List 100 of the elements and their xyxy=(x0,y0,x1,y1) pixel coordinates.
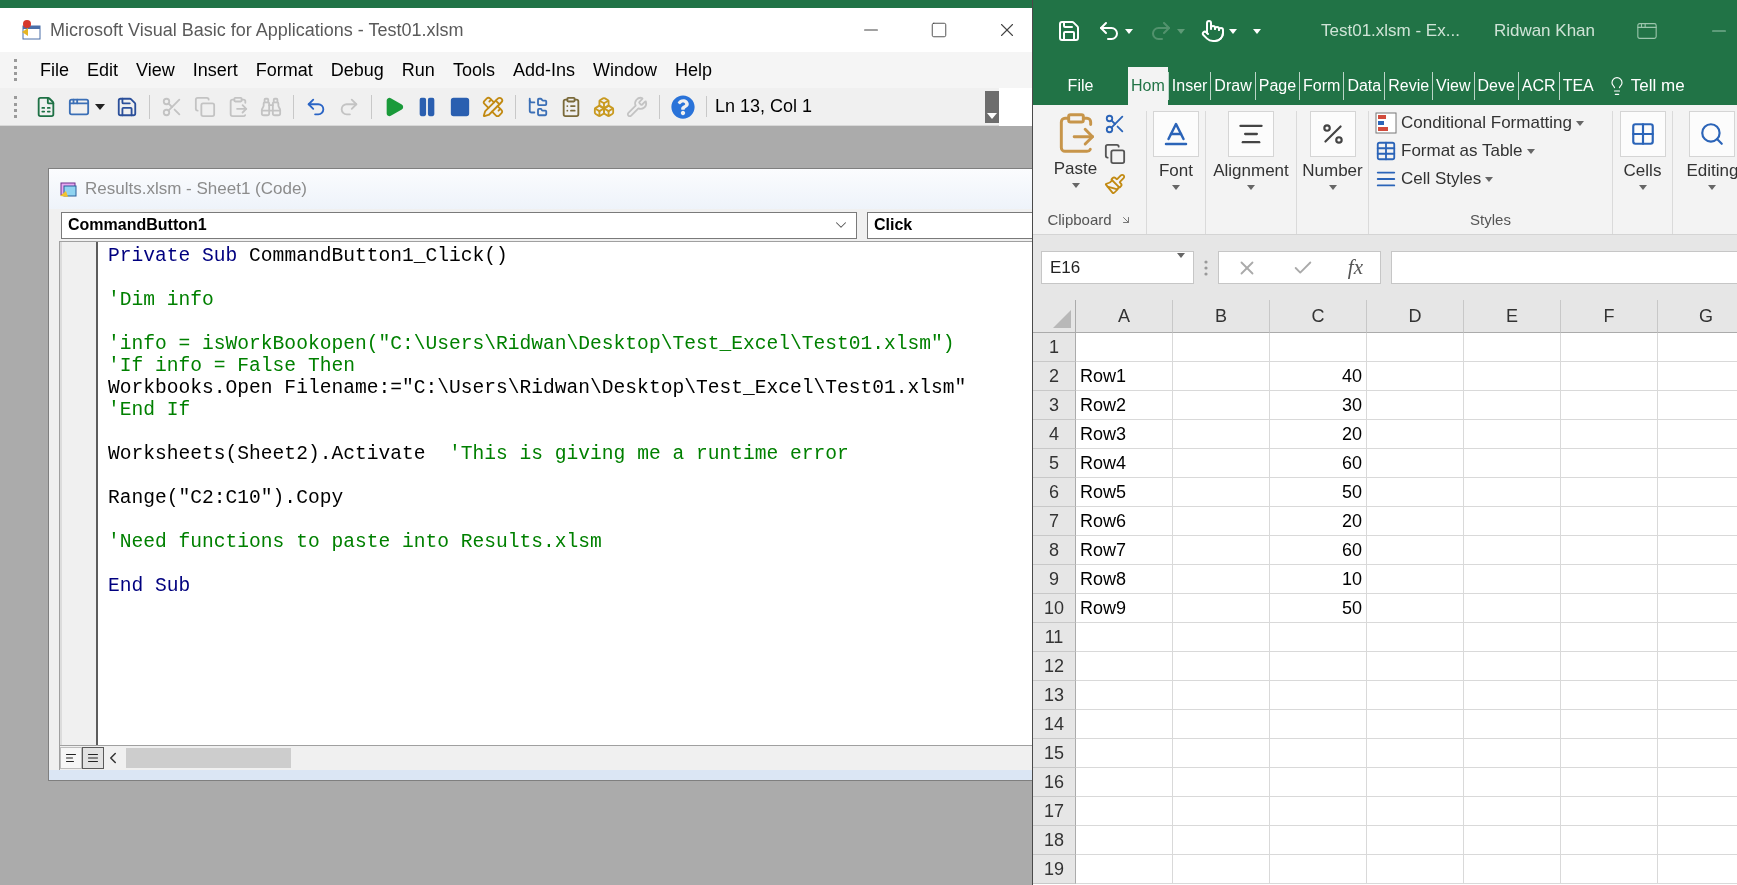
module-view-button[interactable] xyxy=(82,747,104,769)
row-header[interactable]: 15 xyxy=(1033,739,1076,768)
table-cell[interactable] xyxy=(1367,507,1464,536)
table-cell[interactable] xyxy=(1464,391,1561,420)
table-cell[interactable] xyxy=(1270,623,1367,652)
cut-icon[interactable] xyxy=(1103,113,1126,135)
table-cell[interactable] xyxy=(1270,333,1367,362)
table-cell[interactable] xyxy=(1367,391,1464,420)
column-header[interactable]: C xyxy=(1270,300,1367,333)
table-cell[interactable] xyxy=(1464,536,1561,565)
table-cell[interactable] xyxy=(1367,594,1464,623)
table-cell[interactable] xyxy=(1270,826,1367,855)
table-cell[interactable] xyxy=(1464,681,1561,710)
table-cell[interactable] xyxy=(1561,797,1658,826)
row-header[interactable]: 7 xyxy=(1033,507,1076,536)
table-cell[interactable] xyxy=(1270,797,1367,826)
table-cell[interactable]: Row1 xyxy=(1076,362,1173,391)
tell-me-search[interactable]: Tell me xyxy=(1606,67,1685,105)
table-cell[interactable] xyxy=(1367,565,1464,594)
ribbon-tab[interactable]: Data xyxy=(1343,72,1385,100)
table-cell[interactable]: 60 xyxy=(1270,449,1367,478)
table-cell[interactable] xyxy=(1367,449,1464,478)
copy-icon[interactable] xyxy=(1103,143,1126,165)
ribbon-tab[interactable]: Draw xyxy=(1210,72,1255,100)
ribbon-tab[interactable]: TEA xyxy=(1558,72,1597,100)
table-cell[interactable] xyxy=(1367,768,1464,797)
table-cell[interactable] xyxy=(1561,652,1658,681)
table-cell[interactable] xyxy=(1561,623,1658,652)
formula-field[interactable] xyxy=(1391,251,1737,284)
table-cell[interactable] xyxy=(1367,362,1464,391)
menu-item[interactable]: Help xyxy=(673,57,714,83)
table-cell[interactable] xyxy=(1367,710,1464,739)
table-cell[interactable] xyxy=(1464,826,1561,855)
table-cell[interactable] xyxy=(1173,681,1270,710)
table-cell[interactable] xyxy=(1076,797,1173,826)
table-cell[interactable] xyxy=(1464,797,1561,826)
ribbon-tab[interactable]: View xyxy=(1432,72,1474,100)
help-icon[interactable] xyxy=(671,94,695,119)
table-cell[interactable] xyxy=(1464,710,1561,739)
table-cell[interactable] xyxy=(1173,478,1270,507)
table-cell[interactable] xyxy=(1561,507,1658,536)
insert-function-button[interactable]: fx xyxy=(1347,255,1363,280)
toolbar-options-button[interactable] xyxy=(985,90,999,123)
row-header[interactable]: 12 xyxy=(1033,652,1076,681)
ribbon-command[interactable]: Format as Table xyxy=(1375,139,1612,163)
table-cell[interactable] xyxy=(1173,391,1270,420)
table-cell[interactable]: Row3 xyxy=(1076,420,1173,449)
row-header[interactable]: 3 xyxy=(1033,391,1076,420)
table-cell[interactable] xyxy=(1076,855,1173,884)
table-cell[interactable] xyxy=(1561,362,1658,391)
ribbon-tab[interactable]: Revie xyxy=(1384,72,1433,100)
table-cell[interactable] xyxy=(1561,565,1658,594)
column-header[interactable]: D xyxy=(1367,300,1464,333)
scrollbar-thumb[interactable] xyxy=(126,748,291,768)
table-cell[interactable] xyxy=(1464,449,1561,478)
table-cell[interactable]: Row2 xyxy=(1076,391,1173,420)
table-cell[interactable] xyxy=(1367,855,1464,884)
table-cell[interactable] xyxy=(1173,449,1270,478)
table-cell[interactable]: 50 xyxy=(1270,478,1367,507)
table-cell[interactable]: Row8 xyxy=(1076,565,1173,594)
menu-item[interactable]: File xyxy=(38,57,71,83)
paste-button[interactable]: Paste xyxy=(1053,111,1098,195)
table-cell[interactable] xyxy=(1173,594,1270,623)
table-cell[interactable] xyxy=(1561,391,1658,420)
object-dropdown[interactable]: CommandButton1 xyxy=(61,211,857,239)
row-header[interactable]: 17 xyxy=(1033,797,1076,826)
row-header[interactable]: 18 xyxy=(1033,826,1076,855)
table-cell[interactable] xyxy=(1173,362,1270,391)
table-cell[interactable] xyxy=(1561,536,1658,565)
table-cell[interactable] xyxy=(1561,449,1658,478)
table-cell[interactable] xyxy=(1173,333,1270,362)
table-cell[interactable] xyxy=(1367,478,1464,507)
menu-item[interactable]: Tools xyxy=(450,57,497,83)
table-cell[interactable] xyxy=(1464,565,1561,594)
table-cell[interactable] xyxy=(1464,420,1561,449)
paintbrush-icon[interactable] xyxy=(1103,173,1126,195)
menu-item[interactable]: Edit xyxy=(85,57,121,83)
ribbon-tab[interactable]: ACR xyxy=(1517,72,1559,100)
table-cell[interactable] xyxy=(1270,652,1367,681)
table-cell[interactable] xyxy=(1561,855,1658,884)
table-cell[interactable] xyxy=(1464,478,1561,507)
table-cell[interactable] xyxy=(1464,594,1561,623)
table-cell[interactable] xyxy=(1561,594,1658,623)
ribbon-tab[interactable]: Hom xyxy=(1128,67,1168,105)
column-header[interactable]: B xyxy=(1173,300,1270,333)
row-header[interactable]: 14 xyxy=(1033,710,1076,739)
procedure-view-button[interactable] xyxy=(60,747,82,769)
table-cell[interactable] xyxy=(1367,826,1464,855)
table-cell[interactable] xyxy=(1173,536,1270,565)
ribbon-tab[interactable]: Page xyxy=(1254,72,1300,100)
table-cell[interactable] xyxy=(1464,739,1561,768)
table-cell[interactable] xyxy=(1561,420,1658,449)
row-header[interactable]: 19 xyxy=(1033,855,1076,884)
table-cell[interactable] xyxy=(1367,797,1464,826)
table-cell[interactable] xyxy=(1367,420,1464,449)
table-cell[interactable] xyxy=(1076,710,1173,739)
table-cell[interactable] xyxy=(1561,826,1658,855)
table-cell[interactable] xyxy=(1367,739,1464,768)
table-cell[interactable] xyxy=(1464,333,1561,362)
table-cell[interactable]: 20 xyxy=(1270,507,1367,536)
